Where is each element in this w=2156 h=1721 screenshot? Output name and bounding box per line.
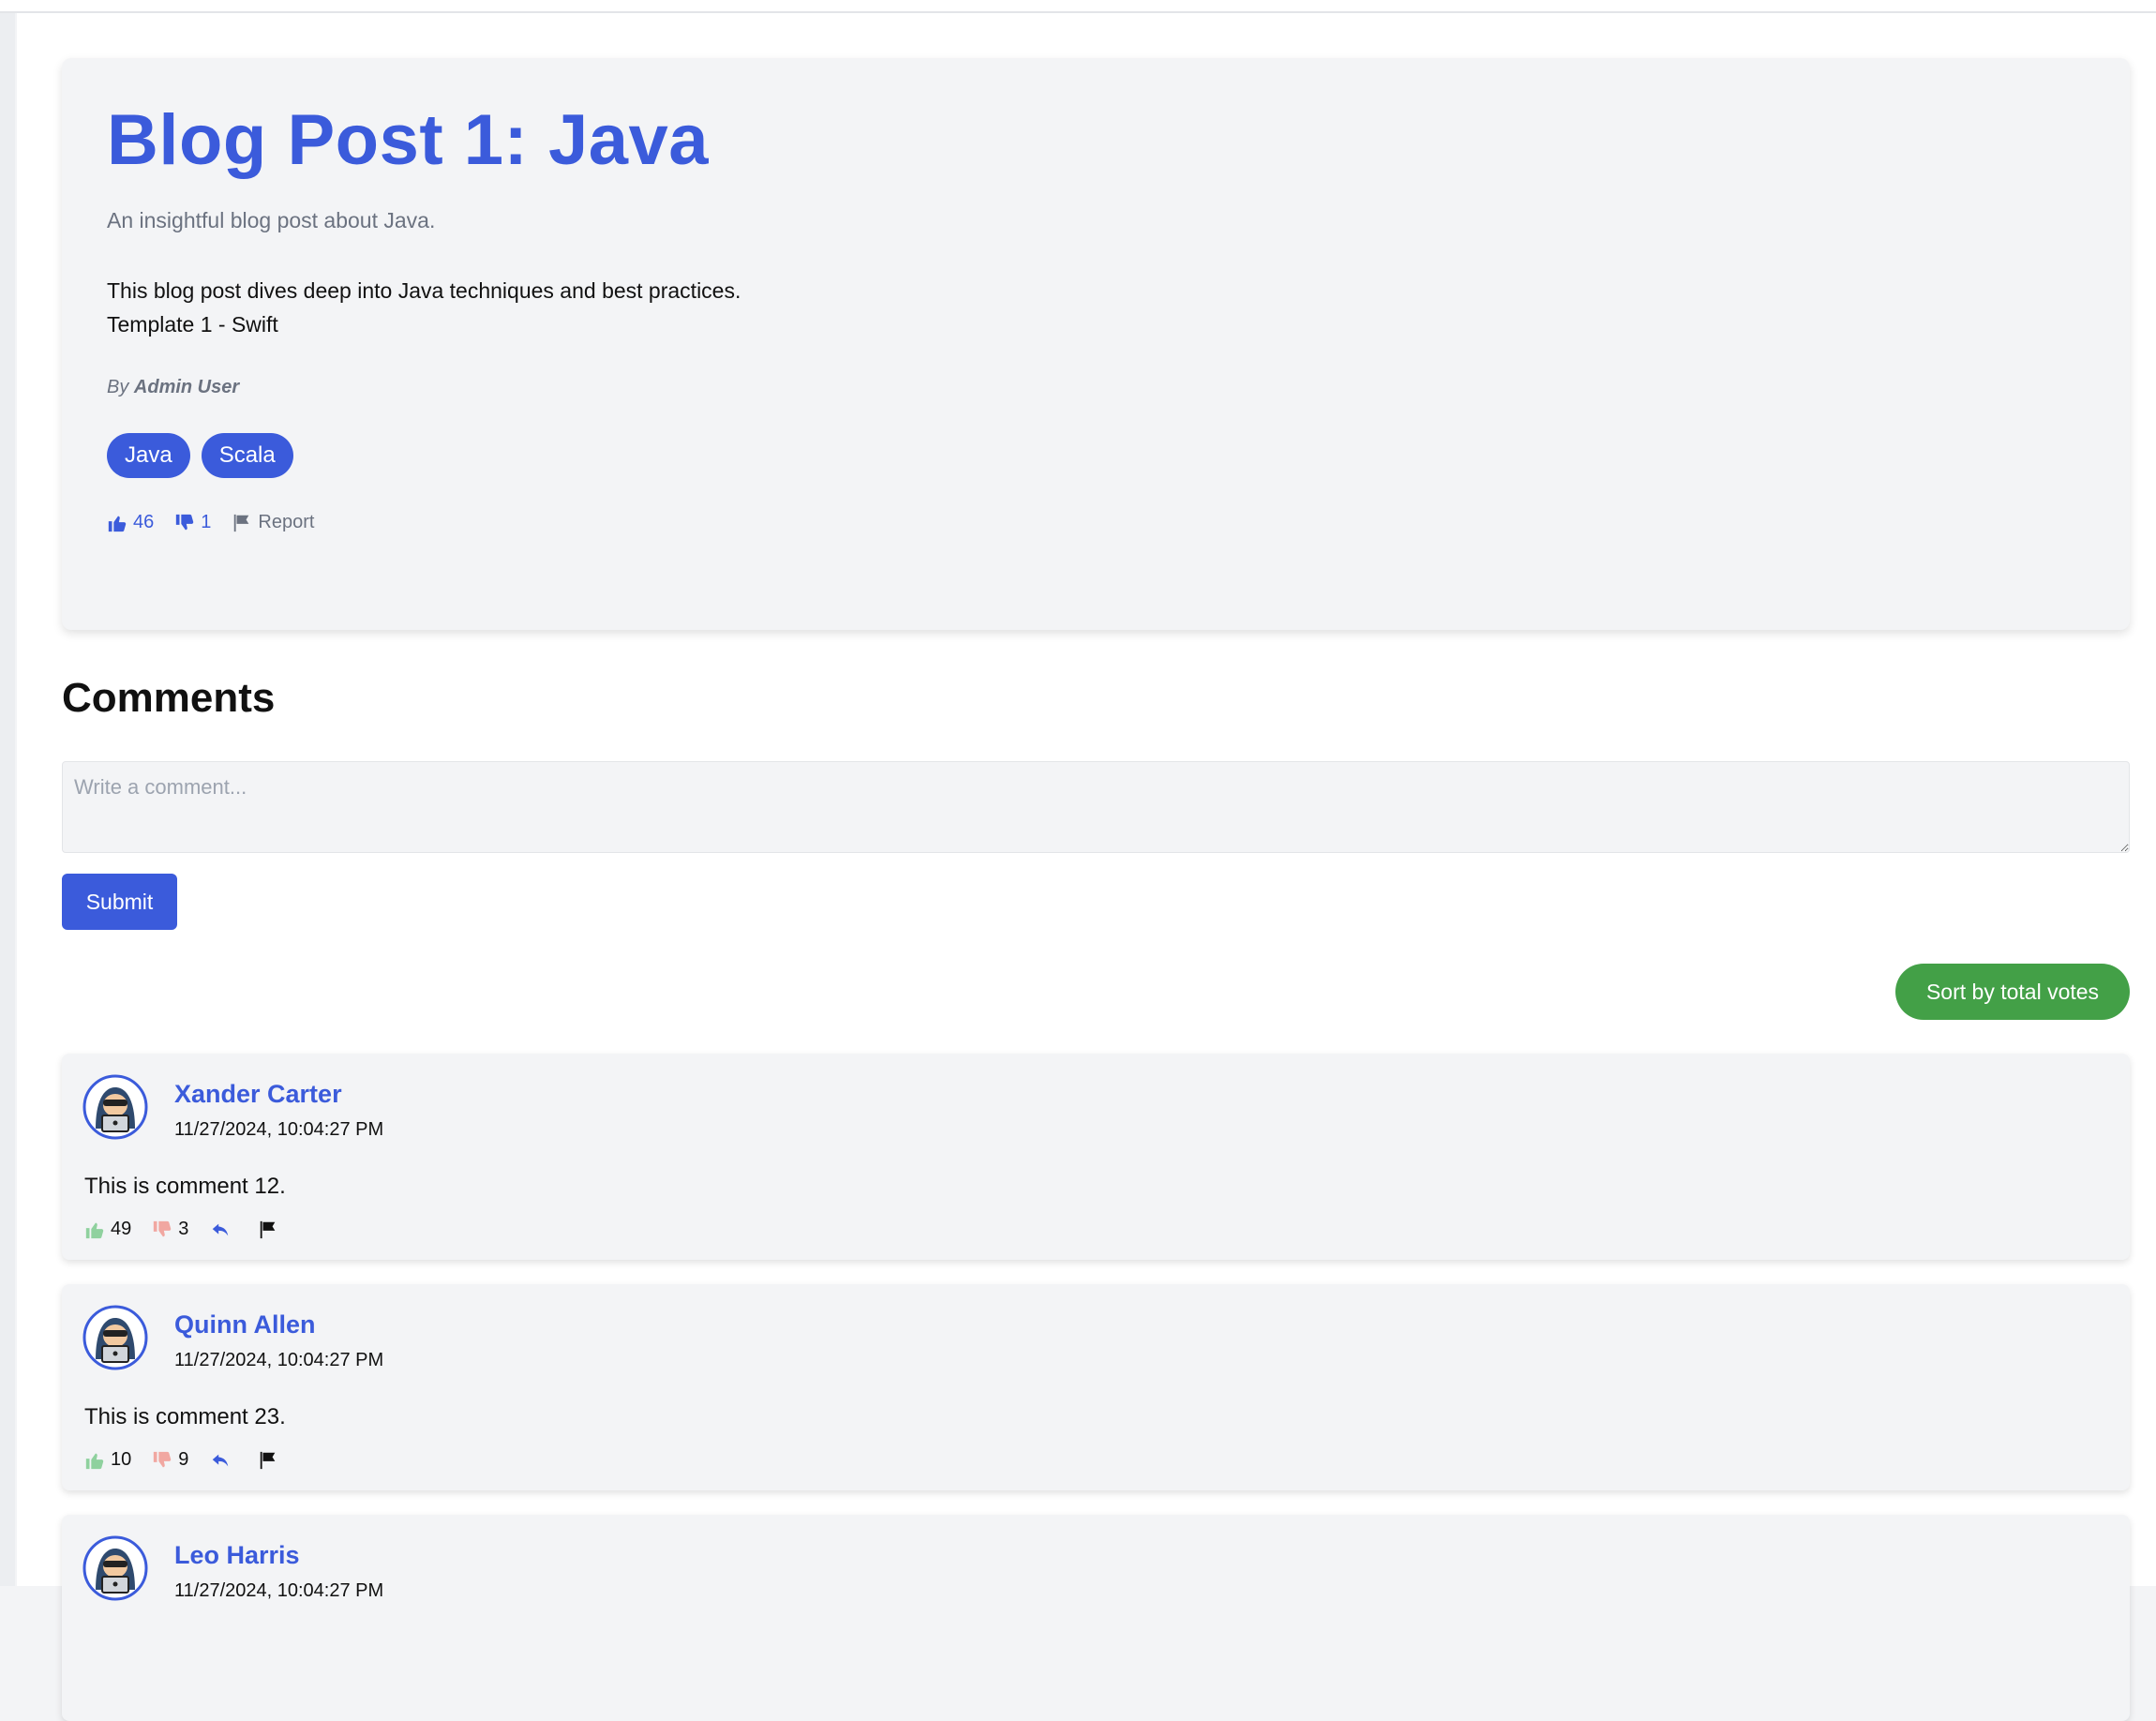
comment-upvote-button[interactable]: 10 <box>84 1449 131 1471</box>
post-author: By Admin User <box>107 377 239 398</box>
post-report-button[interactable]: Report <box>232 512 314 533</box>
hacker-avatar-icon <box>82 1535 148 1601</box>
tag-java[interactable]: Java <box>107 433 190 478</box>
comment-text: This is comment 23. <box>84 1404 286 1429</box>
submit-button[interactable]: Submit <box>62 874 177 930</box>
author-name: Admin User <box>133 377 240 397</box>
comment-downvote-count: 9 <box>178 1449 189 1470</box>
comment-author[interactable]: Quinn Allen <box>174 1310 316 1339</box>
main-content: Blog Post 1: Java An insightful blog pos… <box>17 13 2156 1721</box>
comment-card: Xander Carter 11/27/2024, 10:04:27 PM Th… <box>62 1054 2130 1260</box>
thumbs-up-icon <box>85 1453 104 1469</box>
post-body: This blog post dives deep into Java tech… <box>107 274 741 341</box>
tag-scala[interactable]: Scala <box>201 433 293 478</box>
sort-by-votes-button[interactable]: Sort by total votes <box>1895 964 2130 1020</box>
report-label: Report <box>258 512 315 532</box>
thumbs-down-icon <box>154 1451 172 1467</box>
comment-actions: 10 9 <box>84 1449 305 1471</box>
comment-upvote-count: 10 <box>111 1449 132 1470</box>
comment-text: This is comment 12. <box>84 1174 286 1199</box>
comment-downvote-button[interactable]: 9 <box>152 1449 188 1471</box>
post-actions: 46 1 Report <box>107 512 335 533</box>
comment-input[interactable] <box>62 761 2130 853</box>
comment-upvote-count: 49 <box>111 1219 132 1239</box>
comment-card: Quinn Allen 11/27/2024, 10:04:27 PM This… <box>62 1284 2130 1490</box>
comment-card: Leo Harris 11/27/2024, 10:04:27 PM <box>62 1515 2130 1721</box>
post-subtitle: An insightful blog post about Java. <box>107 208 436 232</box>
thumbs-up-icon <box>108 516 127 531</box>
hacker-avatar-icon <box>82 1074 148 1140</box>
comment-author[interactable]: Xander Carter <box>174 1080 342 1109</box>
flag-icon <box>261 1220 276 1238</box>
flag-icon <box>234 514 249 531</box>
comment-reply-button[interactable] <box>209 1220 237 1240</box>
post-downvote-count: 1 <box>201 512 212 532</box>
comment-author[interactable]: Leo Harris <box>174 1541 300 1570</box>
thumbs-down-icon <box>176 514 194 530</box>
comments-heading: Comments <box>62 675 276 721</box>
reply-icon <box>213 1223 229 1235</box>
post-title: Blog Post 1: Java <box>107 100 710 180</box>
post-downvote-button[interactable]: 1 <box>174 512 211 533</box>
reply-icon <box>213 1454 229 1466</box>
comment-report-button[interactable] <box>258 1450 284 1471</box>
post-upvote-button[interactable]: 46 <box>107 512 154 533</box>
comment-downvote-button[interactable]: 3 <box>152 1219 188 1240</box>
flag-icon <box>261 1451 276 1469</box>
thumbs-up-icon <box>85 1222 104 1238</box>
left-gutter <box>0 13 15 1586</box>
hacker-avatar-icon <box>82 1305 148 1370</box>
post-body-line: Template 1 - Swift <box>107 312 278 337</box>
comment-report-button[interactable] <box>258 1220 284 1240</box>
comment-actions: 49 3 <box>84 1219 305 1240</box>
author-prefix: By <box>107 377 129 397</box>
post-body-line: This blog post dives deep into Java tech… <box>107 278 741 303</box>
comment-upvote-button[interactable]: 49 <box>84 1219 131 1240</box>
post-card: Blog Post 1: Java An insightful blog pos… <box>62 58 2130 630</box>
top-bar <box>0 0 2156 13</box>
comment-timestamp: 11/27/2024, 10:04:27 PM <box>174 1119 384 1140</box>
thumbs-down-icon <box>154 1220 172 1236</box>
post-upvote-count: 46 <box>133 512 155 532</box>
comment-downvote-count: 3 <box>178 1219 189 1239</box>
tag-list: Java Scala <box>107 433 293 478</box>
comment-reply-button[interactable] <box>209 1450 237 1471</box>
comment-timestamp: 11/27/2024, 10:04:27 PM <box>174 1580 384 1601</box>
comment-timestamp: 11/27/2024, 10:04:27 PM <box>174 1350 384 1370</box>
